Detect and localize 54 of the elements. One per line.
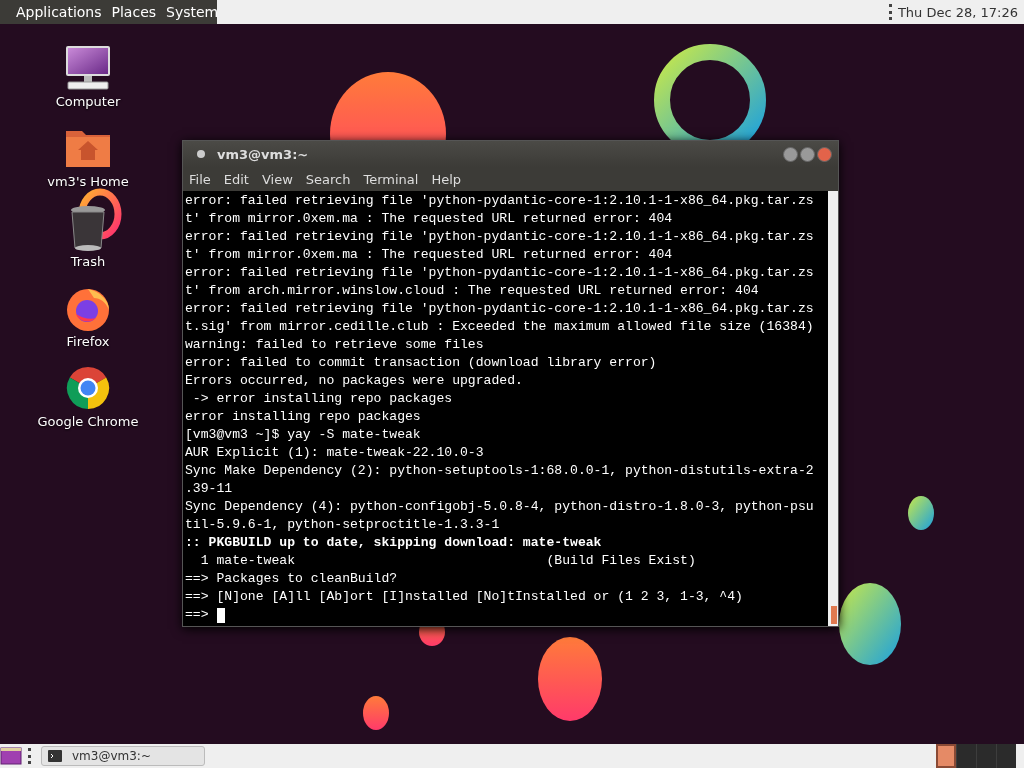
handle-icon[interactable] <box>888 4 892 20</box>
taskbar-button[interactable]: vm3@vm3:~ <box>41 746 205 766</box>
terminal-line: ==> Packages to cleanBuild? <box>185 570 399 588</box>
terminal-line: error: failed retrieving file 'python-pydantic-core-1:2.10.1-1-x86_64.pkg.tar.zs <box>185 228 815 246</box>
terminal-line: Sync Make Dependency (2): python-setuptools-1:68.0.0-1, python-distutils-extra-2 <box>185 462 815 480</box>
terminal-line: ==> [N]one [A]ll [Ab]ort [I]nstalled [No]tInstalled or (1 2 3, 1-3, ^4) <box>185 588 744 606</box>
desktop-icon-label[interactable]: Firefox <box>66 334 110 349</box>
terminal-line: [vm3@vm3 ~]$ yay -S mate-tweak <box>185 426 422 444</box>
terminal-line: Sync Dependency (4): python-configobj-5.0.8-4, python-distro-1.8.0-3, python-psu <box>185 498 815 516</box>
terminal-line: Errors occurred, no packages were upgraded. <box>185 372 524 390</box>
terminal-icon <box>48 750 62 762</box>
panel-menu[interactable]: Applications <box>16 4 102 20</box>
clock[interactable]: Thu Dec 28, 17:26 <box>897 4 1024 20</box>
desktop-icon-label[interactable]: Trash <box>70 254 106 269</box>
terminal-line: til-5.9.6-1, python-setproctitle-1.3.3-1 <box>185 516 501 534</box>
terminal-dot-icon <box>197 150 205 158</box>
terminal-line: t' from mirror.0xem.ma : The requested URL returned error: 404 <box>185 210 674 228</box>
menu-item[interactable]: Edit <box>223 171 249 187</box>
menu-item[interactable]: Search <box>305 171 351 187</box>
terminal-line: .39-11 <box>185 480 234 498</box>
desktop-icon-label[interactable]: Google Chrome <box>37 414 139 429</box>
terminal-line: AUR Explicit (1): mate-tweak-22.10.0-3 <box>185 444 485 462</box>
terminal-line: t.sig' from mirror.cedille.club : Exceeded the maximum allowed file size (16384) <box>185 318 815 336</box>
terminal-line: error: failed to commit transaction (download library error) <box>185 354 658 372</box>
terminal-line: error installing repo packages <box>185 408 422 426</box>
terminal-line: error: failed retrieving file 'python-pydantic-core-1:2.10.1-1-x86_64.pkg.tar.zs <box>185 300 815 318</box>
terminal-line: 1 mate-tweak (Build Files Exist) <box>199 552 697 570</box>
menu-item[interactable]: Terminal <box>363 171 419 187</box>
panel-menu[interactable]: System <box>166 4 219 20</box>
workspace[interactable] <box>936 744 956 768</box>
menu-item[interactable]: View <box>261 171 293 187</box>
window-title: vm3@vm3:~ <box>217 146 309 162</box>
close-button[interactable] <box>817 146 832 162</box>
handle-icon[interactable] <box>28 748 31 764</box>
desktop-icon-label[interactable]: vm3's Home <box>47 174 129 189</box>
terminal-line: -> error installing repo packages <box>191 390 454 408</box>
trash-icon[interactable] <box>68 204 108 252</box>
terminal-line: t' from arch.mirror.winslow.cloud : The requested URL returned error: 404 <box>185 282 760 300</box>
terminal-line: error: failed retrieving file 'python-pydantic-core-1:2.10.1-1-x86_64.pkg.tar.zs <box>185 192 815 210</box>
minimize-button[interactable] <box>783 146 798 162</box>
desktop-icon-label[interactable]: Computer <box>55 94 121 109</box>
menu-item[interactable]: Help <box>431 171 462 187</box>
terminal-prompt: ==> <box>185 606 209 624</box>
show-desktop-icon[interactable] <box>0 746 24 766</box>
terminal-line: warning: failed to retrieve some files <box>185 336 485 354</box>
chrome-icon[interactable] <box>64 364 112 412</box>
menu-item[interactable]: File <box>189 171 211 187</box>
maximize-button[interactable] <box>800 146 815 162</box>
panel-menu[interactable]: Places <box>111 4 157 20</box>
text-cursor <box>216 607 225 623</box>
scrollbar[interactable] <box>828 191 838 626</box>
terminal-line: error: failed retrieving file 'python-pydantic-core-1:2.10.1-1-x86_64.pkg.tar.zs <box>185 264 815 282</box>
terminal-line: :: PKGBUILD up to date, skipping download: mate-tweak <box>185 534 603 552</box>
terminal-line: t' from mirror.0xem.ma : The requested URL returned error: 404 <box>185 246 674 264</box>
